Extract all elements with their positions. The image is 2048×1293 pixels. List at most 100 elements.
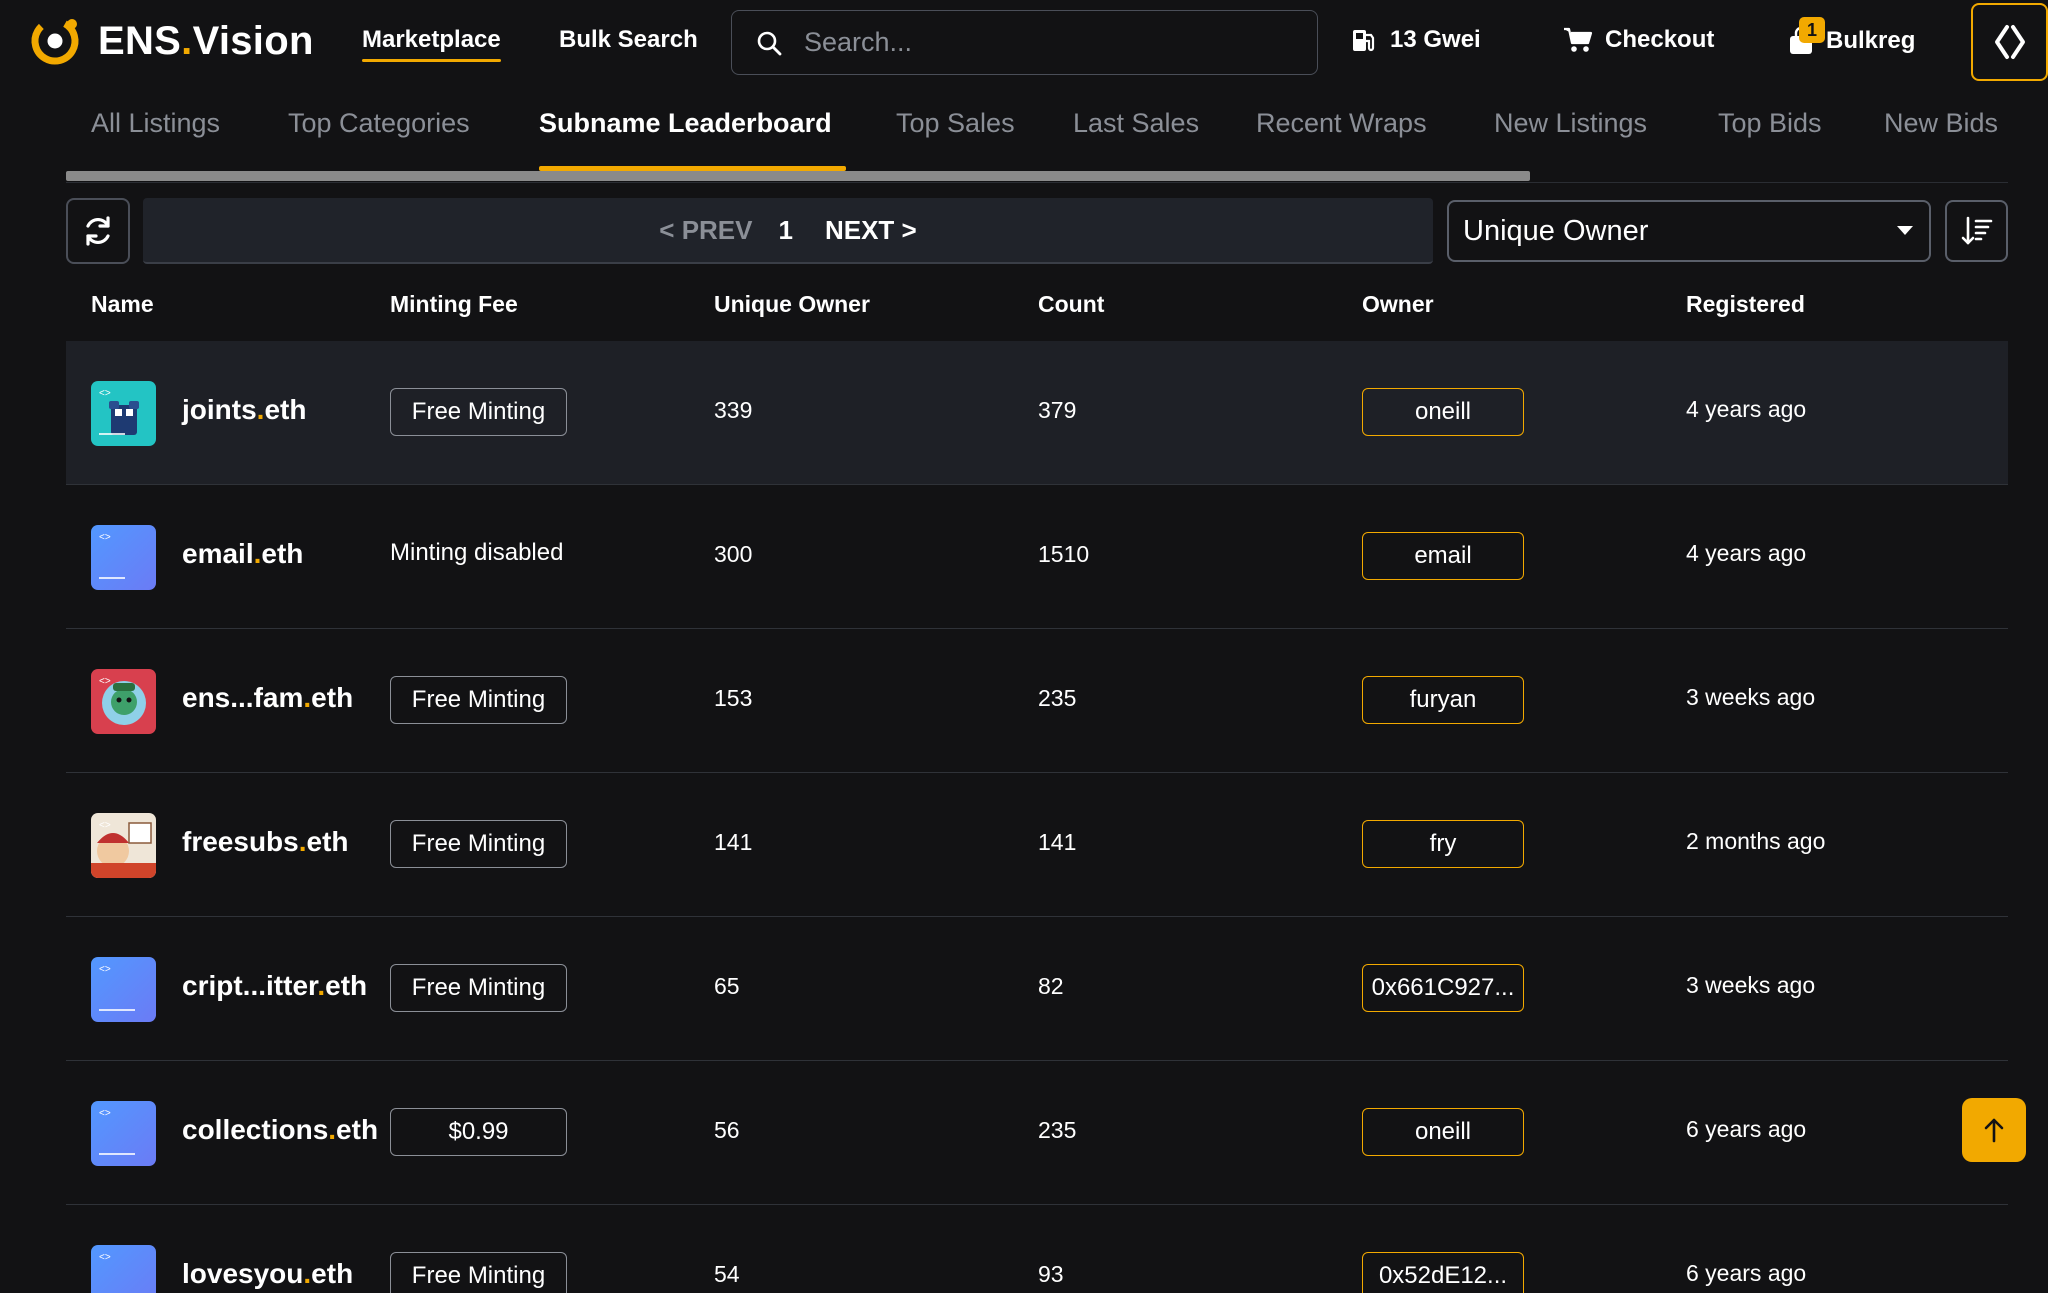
- registered-date: 6 years ago: [1686, 1260, 1807, 1286]
- gas-price-indicator: 13 Gwei: [1350, 26, 1481, 54]
- header-registered[interactable]: Registered: [1686, 291, 1805, 318]
- sort-direction-button[interactable]: [1945, 200, 2008, 262]
- owner-link[interactable]: furyan: [1362, 676, 1524, 724]
- brand-name: ENS.Vision: [98, 18, 314, 63]
- refresh-icon: [86, 216, 110, 246]
- joints-avatar: <>: [91, 381, 156, 446]
- svg-text:<>: <>: [99, 388, 111, 399]
- subname-label[interactable]: lovesyou.eth: [182, 1258, 353, 1290]
- search-box[interactable]: [731, 10, 1318, 75]
- owner-link[interactable]: email: [1362, 532, 1524, 580]
- tab-subname-leaderboard[interactable]: Subname Leaderboard: [539, 108, 832, 139]
- tab-top-sales[interactable]: Top Sales: [896, 108, 1015, 139]
- search-input[interactable]: [804, 27, 1284, 58]
- bulkreg-count-badge: 1: [1799, 17, 1825, 43]
- registered-date: 2 months ago: [1686, 828, 1826, 854]
- svg-text:<>: <>: [99, 964, 111, 975]
- subname-count: 141: [1038, 829, 1077, 855]
- table-row[interactable]: <> ens...fam.eth Free Minting 153 235 fu…: [66, 629, 2008, 773]
- checkout-label: Checkout: [1605, 26, 1715, 53]
- subname-count: 1510: [1038, 541, 1090, 567]
- tab-all-listings[interactable]: All Listings: [91, 108, 220, 139]
- freesubs-avatar: <>: [91, 813, 156, 878]
- header-name[interactable]: Name: [91, 291, 154, 318]
- category-tabs: All Listings Top Categories Subname Lead…: [66, 85, 2008, 185]
- ens-vision-logo-icon: [31, 17, 79, 65]
- owner-link[interactable]: fry: [1362, 820, 1524, 868]
- tab-top-bids[interactable]: Top Bids: [1718, 108, 1822, 139]
- nav-bulk-search[interactable]: Bulk Search: [559, 26, 698, 54]
- top-navbar: ENS.Vision Marketplace Bulk Search 13 Gw…: [0, 0, 2048, 85]
- tabs-divider: [66, 182, 2008, 183]
- unique-owner-count: 65: [714, 973, 740, 999]
- unique-owner-count: 56: [714, 1117, 740, 1143]
- tabs-scrollbar[interactable]: [66, 171, 1530, 181]
- brand-logo[interactable]: ENS.Vision: [28, 14, 314, 68]
- svg-text:<>: <>: [99, 1252, 111, 1263]
- subname-label[interactable]: collections.eth: [182, 1114, 378, 1146]
- header-minting-fee[interactable]: Minting Fee: [390, 291, 518, 318]
- prev-page-button[interactable]: < PREV: [659, 215, 752, 246]
- table-row[interactable]: <> joints.eth Free Minting 339 379 oneil…: [66, 341, 2008, 485]
- lovesyou-avatar: <>: [91, 1245, 156, 1293]
- owner-link[interactable]: oneill: [1362, 388, 1524, 436]
- nav-marketplace[interactable]: Marketplace: [362, 26, 501, 62]
- registered-date: 3 weeks ago: [1686, 684, 1816, 710]
- subname-count: 379: [1038, 397, 1077, 423]
- owner-link[interactable]: oneill: [1362, 1108, 1524, 1156]
- minting-fee-badge: Free Minting: [390, 964, 567, 1012]
- sort-by-value: Unique Owner: [1463, 214, 1649, 247]
- minting-fee-badge: Free Minting: [390, 1252, 567, 1293]
- gas-pump-icon: [1353, 30, 1375, 52]
- criptwitter-avatar: <>: [91, 957, 156, 1022]
- table-header: Name Minting Fee Unique Owner Count Owne…: [66, 285, 2008, 337]
- collections-avatar: <>: [91, 1101, 156, 1166]
- email-avatar: <>: [91, 525, 156, 590]
- subname-count: 235: [1038, 1117, 1077, 1143]
- tab-last-sales[interactable]: Last Sales: [1073, 108, 1199, 139]
- refresh-button[interactable]: [66, 198, 130, 264]
- subname-label[interactable]: cript...itter.eth: [182, 970, 367, 1002]
- next-page-button[interactable]: NEXT >: [825, 215, 917, 246]
- svg-text:<>: <>: [99, 676, 111, 687]
- unique-owner-count: 54: [714, 1261, 740, 1287]
- table-row[interactable]: <> email.eth Minting disabled 300 1510 e…: [66, 485, 2008, 629]
- header-owner[interactable]: Owner: [1362, 291, 1434, 318]
- owner-link[interactable]: 0x52dE12...: [1362, 1252, 1524, 1293]
- minting-fee-badge: $0.99: [390, 1108, 567, 1156]
- sort-descending-icon: [1961, 216, 1992, 245]
- wallet-connect-button[interactable]: [1971, 3, 2048, 81]
- minting-fee-text: Minting disabled: [390, 539, 564, 566]
- cart-icon: [1564, 27, 1593, 52]
- leaderboard-table: <> joints.eth Free Minting 339 379 oneil…: [66, 341, 2008, 1293]
- unique-owner-count: 141: [714, 829, 753, 855]
- scroll-to-top-button[interactable]: [1962, 1098, 2026, 1162]
- table-row[interactable]: <> cript...itter.eth Free Minting 65 82 …: [66, 917, 2008, 1061]
- tab-new-bids[interactable]: New Bids: [1884, 108, 1998, 139]
- tab-top-categories[interactable]: Top Categories: [288, 108, 470, 139]
- bulkreg-label: Bulkreg: [1826, 27, 1916, 54]
- unique-owner-count: 300: [714, 541, 753, 567]
- sort-by-select[interactable]: Unique Owner: [1447, 200, 1931, 262]
- tab-new-listings[interactable]: New Listings: [1494, 108, 1647, 139]
- table-row[interactable]: <> collections.eth $0.99 56 235 oneill 6…: [66, 1061, 2008, 1205]
- subname-label[interactable]: freesubs.eth: [182, 826, 349, 858]
- registered-date: 3 weeks ago: [1686, 972, 1816, 998]
- registered-date: 6 years ago: [1686, 1116, 1807, 1142]
- header-unique-owner[interactable]: Unique Owner: [714, 291, 870, 318]
- unique-owner-count: 153: [714, 685, 753, 711]
- subname-label[interactable]: ens...fam.eth: [182, 682, 353, 714]
- tab-recent-wraps[interactable]: Recent Wraps: [1256, 108, 1427, 139]
- subname-label[interactable]: joints.eth: [182, 394, 306, 426]
- unique-owner-count: 339: [714, 397, 753, 423]
- checkout-button[interactable]: Checkout: [1563, 26, 1714, 54]
- fam-avatar: <>: [91, 669, 156, 734]
- subname-label[interactable]: email.eth: [182, 538, 303, 570]
- chevron-down-icon: [1897, 226, 1913, 235]
- minting-fee-badge: Free Minting: [390, 820, 567, 868]
- owner-link[interactable]: 0x661C927...: [1362, 964, 1524, 1012]
- table-row[interactable]: <> freesubs.eth Free Minting 141 141 fry…: [66, 773, 2008, 917]
- table-row[interactable]: <> lovesyou.eth Free Minting 54 93 0x52d…: [66, 1205, 2008, 1293]
- pagination: < PREV 1 NEXT >: [143, 198, 1433, 264]
- header-count[interactable]: Count: [1038, 291, 1104, 318]
